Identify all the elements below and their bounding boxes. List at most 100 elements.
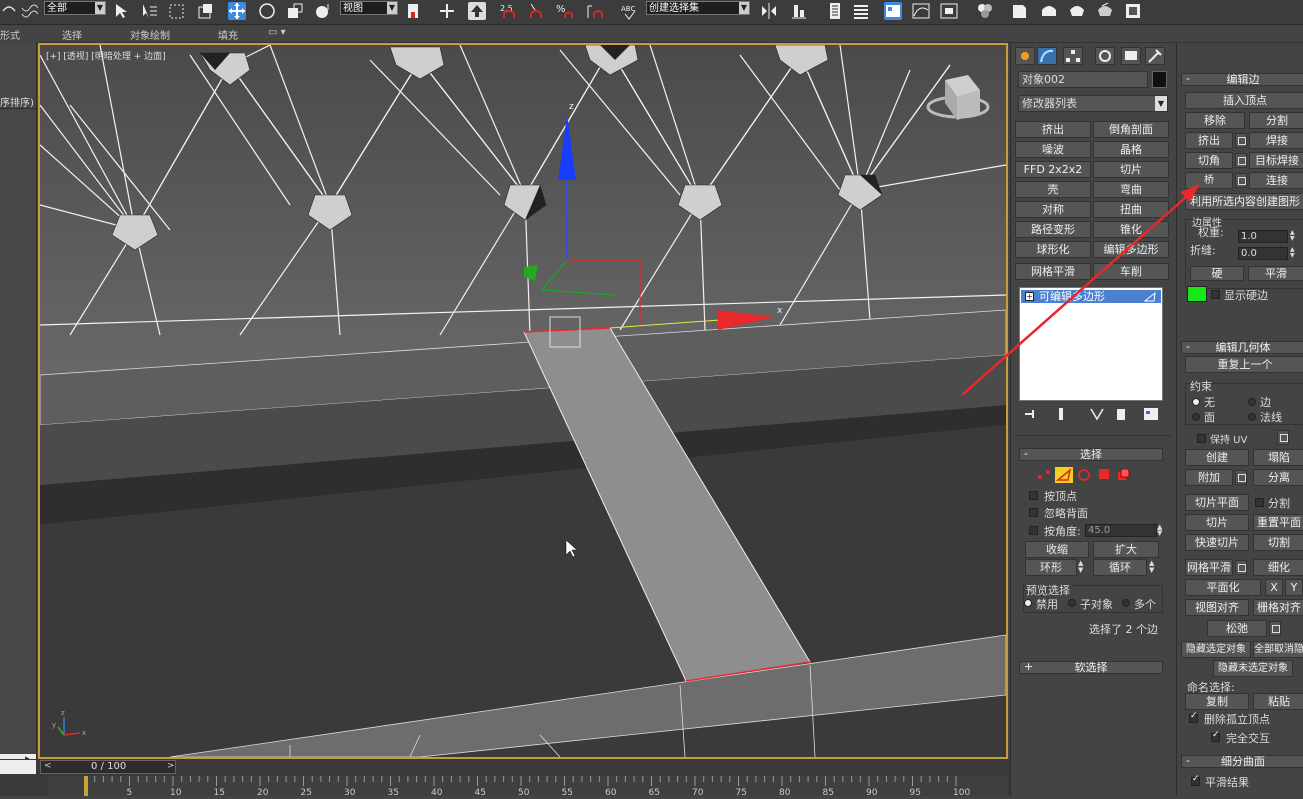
pin-stack-icon[interactable] <box>1023 407 1039 424</box>
target-weld-button[interactable]: 目标焊接 <box>1249 152 1303 169</box>
cut-button[interactable]: 切割 <box>1253 534 1303 551</box>
curve-editor-icon[interactable] <box>912 2 930 20</box>
remove-button[interactable]: 移除 <box>1185 112 1245 129</box>
relax-settings-icon[interactable] <box>1269 621 1281 636</box>
mod-edit-poly-button[interactable]: 编辑多边形 <box>1093 241 1169 258</box>
split-checkbox[interactable] <box>1255 498 1264 507</box>
object-color-swatch[interactable] <box>1152 71 1167 88</box>
preview-multiple-radio[interactable] <box>1122 599 1130 607</box>
angle-spinner[interactable]: 45.0 <box>1085 524 1157 537</box>
window-crossing-icon[interactable] <box>196 2 214 20</box>
perspective-viewport[interactable]: z x z x y [+] [透视] [明暗处理 + 边面] <box>38 43 1008 759</box>
by-angle-checkbox[interactable] <box>1029 526 1038 535</box>
ring-spinner-icon[interactable]: ▲ ▼ <box>1078 560 1083 574</box>
extrude-settings-icon[interactable] <box>1235 133 1247 148</box>
select-object-icon[interactable] <box>112 2 130 20</box>
hard-edge-color-swatch[interactable] <box>1187 286 1207 302</box>
make-unique-icon[interactable] <box>1089 407 1105 424</box>
preserve-uv-checkbox[interactable] <box>1197 434 1206 443</box>
polygon-mode-icon[interactable] <box>1099 469 1109 479</box>
select-manipulate-icon[interactable] <box>438 2 456 20</box>
render-frame-icon[interactable] <box>1124 2 1142 20</box>
ribbon-tab-selection[interactable]: 选择 <box>62 27 82 42</box>
copy-button[interactable]: 复制 <box>1185 693 1249 710</box>
mod-bend-button[interactable]: 弯曲 <box>1093 181 1169 198</box>
collapse-button[interactable]: 塌陷 <box>1253 449 1303 466</box>
undo-icon[interactable] <box>0 2 18 20</box>
vertex-mode-icon[interactable] <box>1037 469 1051 484</box>
preview-disable-radio[interactable] <box>1024 599 1032 607</box>
full-interactivity-checkbox[interactable] <box>1211 730 1220 742</box>
select-by-name-icon[interactable] <box>140 2 158 20</box>
ribbon-options-icon[interactable]: ▭ ▾ <box>268 27 286 38</box>
mod-bevel-profile-button[interactable]: 倒角剖面 <box>1093 121 1169 138</box>
spinner-arrows-icon[interactable]: ▲ ▼ <box>1157 524 1162 537</box>
ring-button[interactable]: 环形 <box>1025 559 1077 576</box>
modify-tab-icon[interactable] <box>1037 47 1057 65</box>
material-editor-icon[interactable] <box>976 2 994 20</box>
pivot-center-icon[interactable] <box>404 2 422 20</box>
shrink-button[interactable]: 收缩 <box>1025 541 1089 558</box>
mod-noise-button[interactable]: 噪波 <box>1015 141 1091 158</box>
tessellate-button[interactable]: 细化 <box>1253 559 1303 576</box>
detach-button[interactable]: 分离 <box>1253 469 1303 486</box>
create-button[interactable]: 创建 <box>1185 449 1249 466</box>
select-rotate-icon[interactable] <box>258 2 276 20</box>
mod-symmetry-button[interactable]: 对称 <box>1015 201 1091 218</box>
edit-geometry-rollout-header[interactable]: - 编辑几何体 <box>1181 341 1303 354</box>
remove-modifier-icon[interactable] <box>1113 407 1129 424</box>
smooth-result-checkbox[interactable] <box>1191 774 1200 786</box>
mod-twist-button[interactable]: 扭曲 <box>1093 201 1169 218</box>
grow-button[interactable]: 扩大 <box>1093 541 1159 558</box>
viewport-label-menu[interactable]: [+] [透视] [明暗处理 + 边面] <box>46 49 166 62</box>
planar-x-button[interactable]: X <box>1265 579 1283 596</box>
snaps-toggle-icon[interactable]: 2.5 <box>500 2 518 20</box>
render-iterative-icon[interactable] <box>1096 2 1114 20</box>
hide-unselected-button[interactable]: 隐藏未选定对象 <box>1213 660 1293 677</box>
place-icon[interactable] <box>314 2 332 20</box>
ribbon-tab-object-paint[interactable]: 对象绘制 <box>130 27 170 42</box>
mod-lathe-button[interactable]: 车削 <box>1093 263 1169 280</box>
element-mode-icon[interactable] <box>1117 468 1131 484</box>
motion-tab-icon[interactable] <box>1095 47 1115 65</box>
mod-shell-button[interactable]: 壳 <box>1015 181 1091 198</box>
render-production-icon[interactable] <box>1068 2 1086 20</box>
connect-button[interactable]: 连接 <box>1249 172 1303 189</box>
subdivision-rollout-header[interactable]: - 细分曲面 <box>1181 755 1303 768</box>
mod-lattice-button[interactable]: 晶格 <box>1093 141 1169 158</box>
bridge-button[interactable]: 桥 <box>1185 172 1233 189</box>
render-setup-icon[interactable] <box>1010 2 1028 20</box>
paste-button[interactable]: 粘贴 <box>1253 693 1303 710</box>
view-align-button[interactable]: 视图对齐 <box>1185 599 1249 616</box>
extrude-button[interactable]: 挤出 <box>1185 132 1233 149</box>
crease-spinner[interactable]: 0.0 <box>1238 247 1288 260</box>
show-hard-edges-checkbox[interactable] <box>1211 290 1220 299</box>
percent-snap-icon[interactable]: % <box>556 2 574 20</box>
display-tab-icon[interactable] <box>1121 47 1141 65</box>
bind-spacewarp-icon[interactable] <box>20 2 39 20</box>
slice-button[interactable]: 切片 <box>1185 514 1249 531</box>
select-scale-icon[interactable] <box>286 2 304 20</box>
constraint-normal-radio[interactable] <box>1248 413 1256 421</box>
track-bar[interactable]: 5 10 15 20 25 30 35 40 45 50 55 60 65 70 75 80 85 90 95 100 <box>48 776 1008 798</box>
meshsmooth-settings-icon[interactable] <box>1235 560 1247 575</box>
spinner-snap-icon[interactable] <box>586 2 604 20</box>
named-selection-dropdown[interactable]: 创建选择集 ▼ <box>646 1 750 15</box>
keyboard-shortcut-override-icon[interactable] <box>468 2 486 20</box>
by-vertex-checkbox[interactable] <box>1029 491 1038 500</box>
border-mode-icon[interactable] <box>1077 469 1091 484</box>
sort-label[interactable]: 序排序) <box>0 94 34 109</box>
attach-settings-icon[interactable] <box>1235 470 1247 485</box>
make-planar-button[interactable]: 平面化 <box>1185 579 1261 596</box>
create-shape-button[interactable]: 利用所选内容创建图形 <box>1185 193 1303 210</box>
edit-edges-rollout-header[interactable]: - 编辑边 <box>1181 73 1303 86</box>
mod-slice-button[interactable]: 切片 <box>1093 161 1169 178</box>
angle-snap-icon[interactable] <box>528 2 546 20</box>
smooth-button[interactable]: 平滑 <box>1248 266 1303 281</box>
loop-spinner-icon[interactable]: ▲ ▼ <box>1149 560 1154 574</box>
graphite-toolbar-icon[interactable] <box>884 2 902 20</box>
repeat-last-button[interactable]: 重复上一个 <box>1185 356 1303 373</box>
mod-path-deform-button[interactable]: 路径变形 <box>1015 221 1091 238</box>
schematic-view-icon[interactable] <box>940 2 958 20</box>
select-move-icon[interactable] <box>228 2 246 20</box>
